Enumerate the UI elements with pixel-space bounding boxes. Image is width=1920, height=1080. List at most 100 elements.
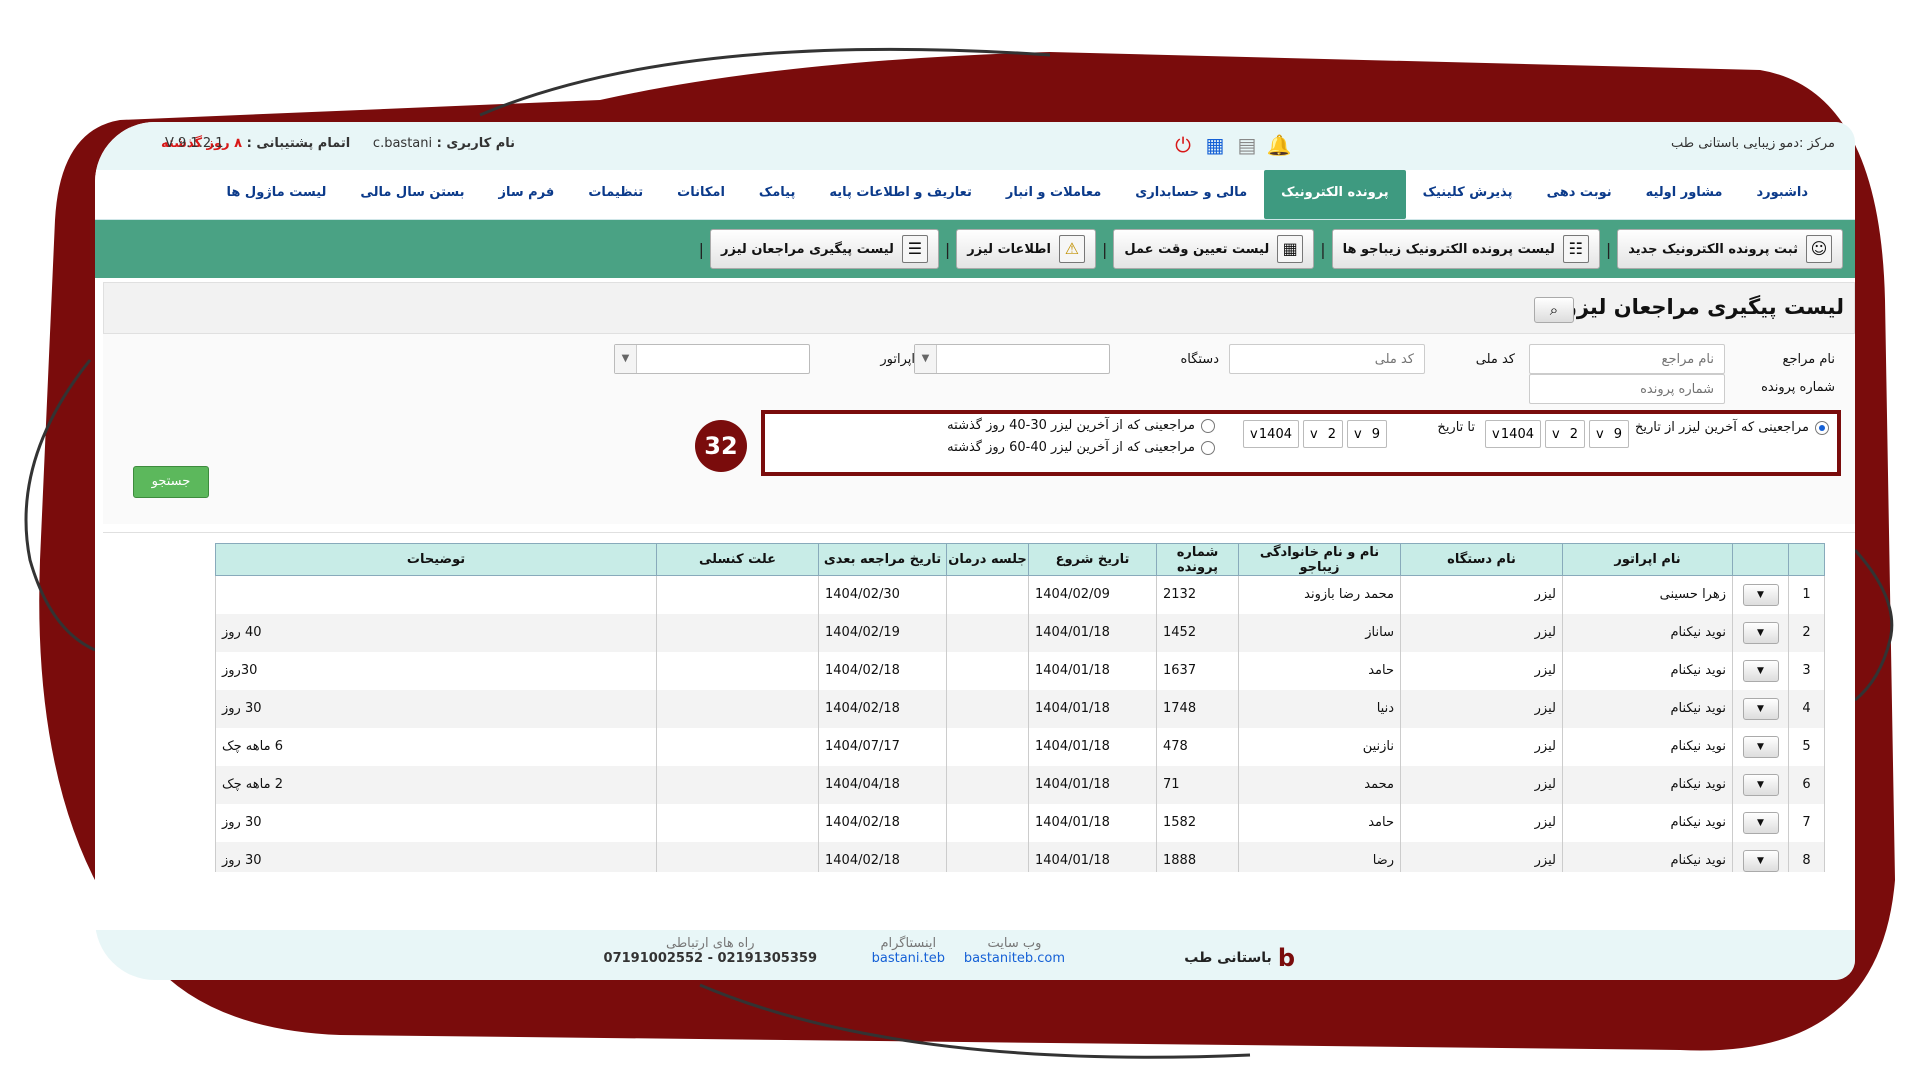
radio-30-40[interactable]	[1201, 418, 1215, 433]
header-operator[interactable]: نام اپراتور	[1562, 543, 1733, 576]
nav-finance[interactable]: مالی و حسابداری	[1118, 170, 1264, 219]
cell-next-date: 1404/02/18	[818, 803, 947, 842]
version-label: V 9.1.2.1	[165, 136, 224, 151]
instagram-link[interactable]: bastani.teb	[872, 951, 945, 966]
nav-electronic-file[interactable]: پرونده الکترونیک	[1264, 170, 1406, 219]
table-row[interactable]: 2 ▼ نوید نیکنام لیزر ساناز 1452 1404/01/18 1404…	[215, 613, 1825, 652]
to-year-select[interactable]: v 1404	[1243, 420, 1299, 448]
operator-select[interactable]: ▼	[614, 344, 810, 374]
row-dropdown-button[interactable]: ▼	[1742, 849, 1779, 872]
row-dropdown-button[interactable]: ▼	[1742, 659, 1779, 682]
nav-appointments[interactable]: نوبت دهی	[1530, 170, 1629, 219]
nav-settings[interactable]: تنظیمات	[571, 170, 660, 219]
header-device[interactable]: نام دستگاه	[1400, 543, 1563, 576]
from-year-select[interactable]: v 1404	[1485, 420, 1541, 448]
cell-start-date: 1404/02/09	[1028, 575, 1157, 614]
row-dropdown-button[interactable]: ▼	[1742, 697, 1779, 720]
toolbar-separator: |	[1101, 239, 1108, 259]
patient-files-list-button[interactable]: ☷ لیست پرونده الکترونیک زیباجو ها	[1331, 229, 1600, 269]
laser-info-label: اطلاعات لیزر	[967, 241, 1051, 257]
option-from-date-label: مراجعینی که آخرین لیزر از تاریخ	[1635, 420, 1809, 435]
nav-dashboard[interactable]: داشبورد	[1739, 170, 1825, 219]
nav-base-definitions[interactable]: تعاریف و اطلاعات پایه	[812, 170, 989, 219]
cell-device: لیزر	[1400, 803, 1563, 842]
table-body: 1 ▼ زهرا حسینی لیزر محمد رضا بازوند 2132 1404/…	[215, 575, 1825, 872]
table-row[interactable]: 8 ▼ نوید نیکنام لیزر رضا 1888 1404/01/18 1404/0…	[215, 841, 1825, 872]
to-month-select[interactable]: v2	[1303, 420, 1343, 448]
cell-session	[946, 803, 1029, 842]
nav-inventory[interactable]: معاملات و انبار	[989, 170, 1118, 219]
search-button[interactable]: جستجو	[133, 466, 209, 498]
operator-label: اپراتور	[880, 352, 915, 367]
surgery-schedule-list-button[interactable]: ▦ لیست تعیین وقت عمل	[1113, 229, 1315, 269]
radio-40-60[interactable]	[1201, 440, 1215, 455]
row-dropdown-button[interactable]: ▼	[1742, 621, 1779, 644]
cell-actions: ▼	[1732, 613, 1789, 652]
calendar-check-icon[interactable]: ▦	[1202, 132, 1228, 158]
cell-next-date: 1404/07/17	[818, 727, 947, 766]
client-name-input[interactable]	[1529, 344, 1725, 374]
surgery-schedule-list-label: لیست تعیین وقت عمل	[1124, 241, 1270, 257]
nav-modules-list[interactable]: لیست ماژول ها	[210, 170, 344, 219]
cell-device: لیزر	[1400, 841, 1563, 872]
row-dropdown-button[interactable]: ▼	[1742, 811, 1779, 834]
national-code-input[interactable]	[1229, 344, 1425, 374]
cell-client-name: حامد	[1238, 803, 1401, 842]
cell-notes: 30 روز	[215, 841, 657, 872]
from-month-select[interactable]: v2	[1545, 420, 1585, 448]
title-band: لیست پیگیری مراجعان لیزر ⌕	[103, 282, 1855, 334]
app-screen: مرکز :دمو زیبایی باستانی طب ⏻ ▦ ▤ 🔔 نام …	[95, 122, 1855, 980]
device-select[interactable]: ▼	[914, 344, 1110, 374]
table-row[interactable]: 5 ▼ نوید نیکنام لیزر نازنین 478 1404/01/18 1404…	[215, 727, 1825, 766]
power-icon[interactable]: ⏻	[1170, 132, 1196, 158]
national-code-label: کد ملی	[1475, 352, 1515, 367]
nav-clinic-reception[interactable]: پذیرش کلینیک	[1406, 170, 1530, 219]
row-dropdown-button[interactable]: ▼	[1742, 735, 1779, 758]
website-link[interactable]: bastaniteb.com	[964, 951, 1065, 966]
nav-close-fiscal-year[interactable]: بستن سال مالی	[343, 170, 481, 219]
header-cancel-reason[interactable]: علت کنسلی	[656, 543, 819, 576]
cell-notes: 30 روز	[215, 803, 657, 842]
header-start-date[interactable]: تاریخ شروع	[1028, 543, 1157, 576]
search-icon[interactable]: ⌕	[1534, 297, 1574, 323]
table-row[interactable]: 6 ▼ نوید نیکنام لیزر محمد 71 1404/01/18 1404/04…	[215, 765, 1825, 804]
file-number-input[interactable]	[1529, 374, 1725, 404]
row-dropdown-button[interactable]: ▼	[1742, 773, 1779, 796]
from-day-select[interactable]: v9	[1589, 420, 1629, 448]
filter-panel: نام مراجع شماره پرونده کد ملی دستگاه ▼ ا…	[103, 334, 1855, 524]
radio-from-date[interactable]	[1815, 420, 1829, 435]
footer-website: وب سایت bastaniteb.com	[964, 936, 1065, 966]
header-next-date[interactable]: تاریخ مراجعه بعدی	[818, 543, 947, 576]
new-electronic-file-button[interactable]: ☺ ثبت پرونده الکترونیک جدید	[1617, 229, 1843, 269]
cell-cancel-reason	[656, 727, 819, 766]
table-row[interactable]: 1 ▼ زهرا حسینی لیزر محمد رضا بازوند 2132 1404/…	[215, 575, 1825, 614]
calendar-icon[interactable]: ▤	[1234, 132, 1260, 158]
header-client-name[interactable]: نام و نام خانوادگی زیباجو	[1238, 543, 1401, 576]
bell-icon[interactable]: 🔔	[1266, 132, 1292, 158]
to-day-select[interactable]: v9	[1347, 420, 1387, 448]
option-from-date[interactable]: مراجعینی که آخرین لیزر از تاریخ	[1635, 420, 1829, 435]
laser-followup-list-button[interactable]: ☰ لیست پیگیری مراجعان لیزر	[710, 229, 939, 269]
cell-actions: ▼	[1732, 841, 1789, 872]
header-session[interactable]: جلسه درمان	[946, 543, 1029, 576]
cell-cancel-reason	[656, 803, 819, 842]
nav-initial-consultant[interactable]: مشاور اولیه	[1629, 170, 1740, 219]
table-row[interactable]: 7 ▼ نوید نیکنام لیزر حامد 1582 1404/01/18 1404/…	[215, 803, 1825, 842]
nav-features[interactable]: امکانات	[660, 170, 742, 219]
nav-form-builder[interactable]: فرم ساز	[482, 170, 572, 219]
laser-info-button[interactable]: ⚠ اطلاعات لیزر	[956, 229, 1096, 269]
option-30-40[interactable]: مراجعینی که از آخرین لیزر 30-40 روز گذشت…	[947, 418, 1215, 433]
cell-file-number: 71	[1156, 765, 1239, 804]
table-row[interactable]: 4 ▼ نوید نیکنام لیزر دنیا 1748 1404/01/18 1404/…	[215, 689, 1825, 728]
option-40-60[interactable]: مراجعینی که از آخرین لیزر 40-60 روز گذشت…	[947, 440, 1215, 455]
cell-actions: ▼	[1732, 651, 1789, 690]
header-notes[interactable]: توضیحات	[215, 543, 657, 576]
to-year-value: 1404	[1258, 426, 1292, 442]
cell-row-number: 6	[1788, 765, 1825, 804]
table-row[interactable]: 3 ▼ نوید نیکنام لیزر حامد 1637 1404/01/18 1404/…	[215, 651, 1825, 690]
header-file-number[interactable]: شماره پرونده	[1156, 543, 1239, 576]
nav-sms[interactable]: پیامک	[742, 170, 812, 219]
cell-operator: نوید نیکنام	[1562, 651, 1733, 690]
row-dropdown-button[interactable]: ▼	[1742, 583, 1779, 606]
cell-start-date: 1404/01/18	[1028, 727, 1157, 766]
